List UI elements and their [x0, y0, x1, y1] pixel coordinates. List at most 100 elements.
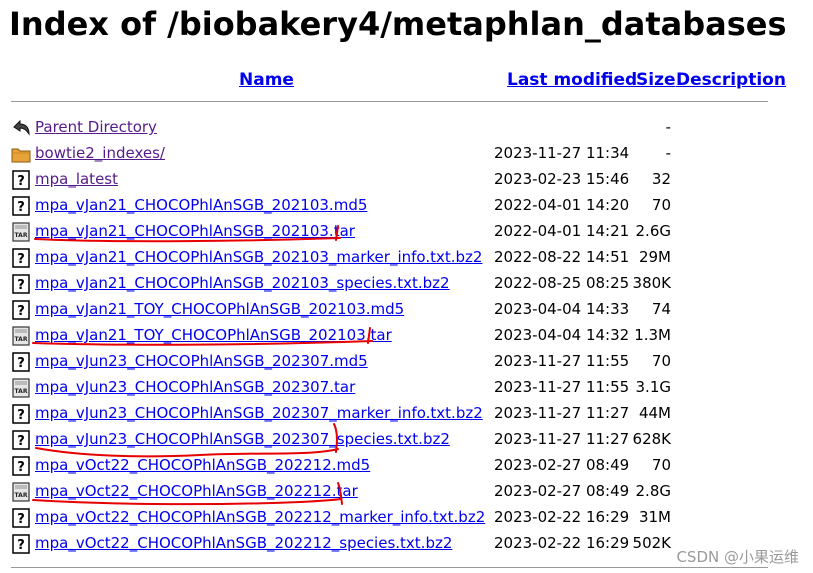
last-modified-cell: 2022-04-01 14:20	[494, 196, 630, 214]
unknown-file-icon: ?	[11, 274, 31, 294]
tar-file-icon: TAR	[11, 482, 31, 502]
size-cell: 502K	[632, 534, 671, 552]
file-link[interactable]: bowtie2_indexes/	[35, 143, 165, 163]
table-row: TAR mpa_vOct22_CHOCOPhlAnSGB_202212.tar 20…	[0, 479, 813, 505]
last-modified-cell: 2023-11-27 11:55	[494, 352, 630, 370]
last-modified-cell: 2022-04-01 14:21	[494, 222, 630, 240]
size-cell: 2.8G	[635, 482, 671, 500]
file-link[interactable]: mpa_vJan21_CHOCOPhlAnSGB_202103_species.…	[35, 273, 450, 293]
file-link[interactable]: mpa_vJun23_CHOCOPhlAnSGB_202307_marker_i…	[35, 403, 483, 423]
tar-file-icon: TAR	[11, 326, 31, 346]
size-cell: 31M	[638, 508, 671, 526]
file-link[interactable]: mpa_vJan21_CHOCOPhlAnSGB_202103.md5	[35, 195, 367, 215]
file-link[interactable]: mpa_vJun23_CHOCOPhlAnSGB_202307_species.…	[35, 429, 450, 449]
file-link[interactable]: mpa_vOct22_CHOCOPhlAnSGB_202212_marker_i…	[35, 507, 485, 527]
table-row: ? mpa_vOct22_CHOCOPhlAnSGB_202212_marker_…	[0, 505, 813, 531]
size-cell: 1.3M	[634, 326, 671, 344]
column-header-description[interactable]: Description	[676, 70, 786, 90]
size-cell: -	[665, 118, 671, 136]
svg-text:?: ?	[17, 278, 25, 293]
file-link[interactable]: mpa_vJun23_CHOCOPhlAnSGB_202307.tar	[35, 377, 355, 397]
file-link[interactable]: mpa_latest	[35, 169, 118, 189]
unknown-file-icon: ?	[11, 196, 31, 216]
unknown-file-icon: ?	[11, 508, 31, 528]
header-divider	[11, 101, 768, 102]
table-row: ? mpa_latest 2023-02-23 15:46 32	[0, 167, 813, 193]
table-row: Parent Directory -	[0, 115, 813, 141]
table-row: ? mpa_vJun23_CHOCOPhlAnSGB_202307_species…	[0, 427, 813, 453]
svg-text:TAR: TAR	[15, 336, 28, 343]
table-row: ? mpa_vJan21_CHOCOPhlAnSGB_202103_species…	[0, 271, 813, 297]
unknown-file-icon: ?	[11, 404, 31, 424]
unknown-file-icon: ?	[11, 352, 31, 372]
last-modified-cell: 2023-11-27 11:55	[494, 378, 630, 396]
table-row: ? mpa_vJan21_TOY_CHOCOPhlAnSGB_202103.md5…	[0, 297, 813, 323]
unknown-file-icon: ?	[11, 456, 31, 476]
table-row: TAR mpa_vJun23_CHOCOPhlAnSGB_202307.tar 20…	[0, 375, 813, 401]
tar-file-icon: TAR	[11, 222, 31, 242]
table-row: ? mpa_vJan21_CHOCOPhlAnSGB_202103.md5 2022…	[0, 193, 813, 219]
sort-by-description-link[interactable]: Description	[676, 70, 786, 90]
last-modified-cell: 2023-02-23 15:46	[494, 170, 630, 188]
column-header-last-modified[interactable]: Last modified	[507, 70, 637, 90]
page-title: Index of /biobakery4/metaphlan_databases	[9, 5, 787, 43]
file-link[interactable]: mpa_vJan21_CHOCOPhlAnSGB_202103.tar	[35, 221, 355, 241]
footer-divider	[11, 567, 768, 568]
table-row: TAR mpa_vJan21_TOY_CHOCOPhlAnSGB_202103.t…	[0, 323, 813, 349]
size-cell: 3.1G	[635, 378, 671, 396]
file-link[interactable]: mpa_vJun23_CHOCOPhlAnSGB_202307.md5	[35, 351, 368, 371]
table-row: ? mpa_vJun23_CHOCOPhlAnSGB_202307_marker_…	[0, 401, 813, 427]
sort-by-last-modified-link[interactable]: Last modified	[507, 70, 637, 90]
size-cell: 74	[651, 300, 671, 318]
svg-text:TAR: TAR	[15, 232, 28, 239]
file-link[interactable]: mpa_vJan21_TOY_CHOCOPhlAnSGB_202103.tar	[35, 325, 392, 345]
svg-text:?: ?	[17, 538, 25, 553]
svg-text:?: ?	[17, 512, 25, 527]
svg-text:?: ?	[17, 434, 25, 449]
size-cell: 2.6G	[635, 222, 671, 240]
file-link[interactable]: mpa_vOct22_CHOCOPhlAnSGB_202212.tar	[35, 481, 358, 501]
last-modified-cell: 2022-08-22 14:51	[494, 248, 630, 266]
tar-file-icon: TAR	[11, 378, 31, 398]
svg-text:?: ?	[17, 304, 25, 319]
table-row: bowtie2_indexes/2023-11-27 11:34 -	[0, 141, 813, 167]
table-row: TAR mpa_vJan21_CHOCOPhlAnSGB_202103.tar 20…	[0, 219, 813, 245]
file-link[interactable]: mpa_vJan21_CHOCOPhlAnSGB_202103_marker_i…	[35, 247, 482, 267]
svg-text:?: ?	[17, 408, 25, 423]
svg-text:?: ?	[17, 356, 25, 371]
size-cell: 44M	[638, 404, 671, 422]
last-modified-cell: 2023-02-22 16:29	[494, 534, 630, 552]
unknown-file-icon: ?	[11, 170, 31, 190]
back-icon	[11, 118, 31, 138]
size-cell: -	[665, 144, 671, 162]
unknown-file-icon: ?	[11, 430, 31, 450]
file-link[interactable]: mpa_vOct22_CHOCOPhlAnSGB_202212.md5	[35, 455, 370, 475]
size-cell: 70	[651, 352, 671, 370]
sort-by-size-link[interactable]: Size	[636, 70, 676, 90]
last-modified-cell: 2023-02-27 08:49	[494, 482, 630, 500]
svg-text:?: ?	[17, 252, 25, 267]
svg-text:TAR: TAR	[15, 388, 28, 395]
svg-text:?: ?	[17, 174, 25, 189]
last-modified-cell: 2023-02-22 16:29	[494, 508, 630, 526]
file-link[interactable]: mpa_vOct22_CHOCOPhlAnSGB_202212_species.…	[35, 533, 452, 553]
svg-text:TAR: TAR	[15, 492, 28, 499]
column-header-name[interactable]: Name	[239, 70, 294, 90]
file-link[interactable]: Parent Directory	[35, 117, 157, 137]
table-row: ? mpa_vOct22_CHOCOPhlAnSGB_202212.md5 2023…	[0, 453, 813, 479]
last-modified-cell: 2023-11-27 11:34	[494, 144, 630, 162]
sort-by-name-link[interactable]: Name	[239, 70, 294, 90]
unknown-file-icon: ?	[11, 300, 31, 320]
column-header-size[interactable]: Size	[636, 70, 676, 90]
svg-text:?: ?	[17, 200, 25, 215]
last-modified-cell: 2023-11-27 11:27	[494, 430, 630, 448]
table-row: ? mpa_vJan21_CHOCOPhlAnSGB_202103_marker_…	[0, 245, 813, 271]
file-link[interactable]: mpa_vJan21_TOY_CHOCOPhlAnSGB_202103.md5	[35, 299, 404, 319]
table-row: ? mpa_vJun23_CHOCOPhlAnSGB_202307.md5 2023…	[0, 349, 813, 375]
size-cell: 70	[651, 456, 671, 474]
last-modified-cell: 2023-04-04 14:32	[494, 326, 630, 344]
size-cell: 32	[651, 170, 671, 188]
last-modified-cell: 2023-11-27 11:27	[494, 404, 630, 422]
size-cell: 29M	[638, 248, 671, 266]
last-modified-cell: 2023-02-27 08:49	[494, 456, 630, 474]
